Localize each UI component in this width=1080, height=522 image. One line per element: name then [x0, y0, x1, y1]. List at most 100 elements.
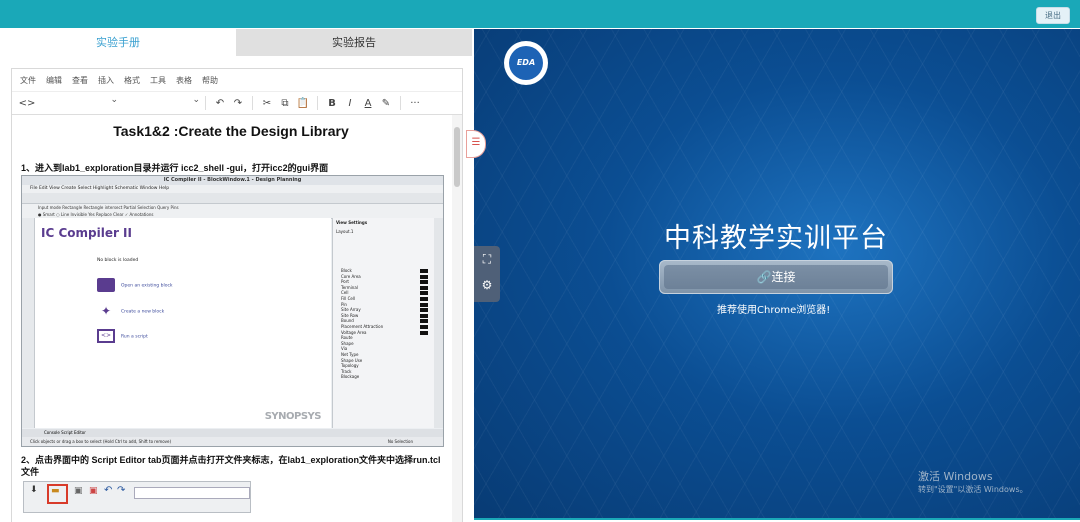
source-code-icon[interactable]: <>: [18, 98, 36, 109]
icc-layer-swatch: [420, 319, 428, 324]
folder-icon: [97, 278, 115, 292]
divider: [317, 96, 318, 110]
icc-layer-label: Site Array: [341, 307, 361, 313]
icc-action-label: Create a new block: [121, 309, 165, 315]
icc-layer-label: Blockage: [341, 374, 360, 380]
step-2-text: 2、点击界面中的 Script Editor tab页面并点击打开文件夹标志，在…: [21, 455, 441, 477]
icc-layer-label: Track: [341, 368, 352, 374]
document-title: Task1&2 :Create the Design Library: [113, 123, 349, 139]
divider: [205, 96, 206, 110]
icc-status-right: No Selection: [387, 439, 413, 444]
font-select[interactable]: ⌄: [122, 95, 200, 111]
menu-help[interactable]: 帮助: [202, 75, 218, 86]
icc-right-dock: [434, 218, 443, 428]
save-icon: ▣: [74, 486, 83, 496]
icc-layer-swatch: [420, 291, 428, 296]
editor-toolbar: <> ⌄ ⌄ ↶ ↷ ✂ ⧉ 📋 B I A ✎ ···: [12, 92, 462, 115]
font-color-icon[interactable]: A: [359, 98, 377, 109]
block-format-select[interactable]: ⌄: [40, 95, 118, 111]
icc-menubar: File Edit View Create Select Highlight S…: [22, 185, 443, 193]
menu-table[interactable]: 表格: [176, 75, 192, 86]
icc-layer-label: Shape: [341, 340, 354, 346]
school-logo: EDA: [504, 41, 548, 85]
gear-icon[interactable]: ⚙: [474, 272, 500, 298]
icc-screenshot: IC Compiler II - BlockWindow.1 - Design …: [21, 175, 444, 447]
icc-view-title: View Settings: [336, 220, 368, 225]
fullscreen-icon[interactable]: ⛶: [474, 246, 500, 272]
undo-icon[interactable]: ↶: [211, 98, 229, 109]
icc-layer-list: Block Core Area Port Terminal Cell Fill Cell P…: [333, 268, 434, 380]
menu-format[interactable]: 格式: [124, 75, 140, 86]
connect-label[interactable]: 🔗连接: [664, 265, 888, 289]
platform-title: 中科教学实训平台: [664, 223, 888, 254]
menu-insert[interactable]: 插入: [98, 75, 114, 86]
icc-options: Input mode Rectangle Rectangle intersect…: [22, 204, 443, 219]
icc-layer-swatch: [420, 330, 428, 335]
cut-icon[interactable]: ✂: [258, 98, 276, 109]
editor-menubar: 文件 编辑 查看 插入 格式 工具 表格 帮助: [12, 69, 462, 92]
icc-toolbar: [22, 193, 443, 204]
icc-action-label: Run a script: [121, 334, 148, 340]
more-icon[interactable]: ···: [406, 98, 424, 109]
magic-wand-icon: ✦: [100, 304, 112, 318]
copy-icon[interactable]: ⧉: [276, 98, 294, 109]
tab-lab-manual[interactable]: 实验手册: [0, 29, 236, 56]
side-tool-strip: ⛶ ⚙: [474, 246, 500, 302]
icc-canvas: IC Compiler II No block is loaded Open a…: [35, 218, 331, 428]
save-as-icon: ▣: [89, 486, 98, 496]
script-editor-snippet: ⬇ ▬ ▣ ▣ ↶ ↷: [23, 481, 251, 513]
icc-options-row1: Input mode Rectangle Rectangle intersect…: [38, 205, 179, 210]
document-body: Task1&2 :Create the Design Library 1、进入到…: [12, 115, 450, 522]
connect-button[interactable]: 🔗连接: [659, 260, 893, 294]
icc-left-toolbar: [22, 218, 35, 428]
icc-layer-swatch: [420, 274, 428, 279]
menu-view[interactable]: 查看: [72, 75, 88, 86]
icc-view-settings: View Settings Layout.1 Block Core Area Por…: [332, 218, 434, 428]
manual-panel: 实验手册 实验报告 文件 编辑 查看 插入 格式 工具 表格 帮助 <> ⌄ ⌄…: [0, 29, 472, 522]
top-bar: 退出: [0, 0, 1080, 28]
icc-view-tab: Layout.1: [336, 229, 354, 234]
tab-lab-report[interactable]: 实验报告: [236, 29, 472, 56]
icc-layer-swatch: [420, 269, 428, 273]
icc-layer-label: Terminal: [341, 284, 358, 290]
icc-options-row2: ● Smart ○ Line Invisible Yes Replace Cle…: [38, 212, 154, 217]
bold-icon[interactable]: B: [323, 98, 341, 109]
logout-button[interactable]: 退出: [1036, 7, 1070, 24]
menu-edit[interactable]: 编辑: [46, 75, 62, 86]
icc-layer-label: Port: [341, 279, 349, 285]
icc-create-block: ✦ Create a new block: [97, 304, 164, 318]
icc-window-title: IC Compiler II - BlockWindow.1 - Design …: [22, 176, 443, 185]
icc-layer-label: Net Type: [341, 351, 359, 357]
icc-layer-swatch: [420, 296, 428, 301]
icc-layer-label: Site Row: [341, 312, 359, 318]
icc-run-script: <> Run a script: [97, 329, 148, 343]
document-scrollbar[interactable]: [452, 115, 462, 522]
icc-layer-swatch: [420, 302, 428, 307]
down-arrow-icon: ⬇: [30, 485, 38, 495]
icc-layer-swatch: [420, 313, 428, 318]
icc-layer-label: Fill Cell: [341, 295, 356, 301]
synopsys-logo: SYNOPSYS: [264, 411, 322, 422]
icc-layer-swatch: [420, 280, 428, 285]
logo-text: EDA: [509, 46, 543, 80]
rich-text-editor: 文件 编辑 查看 插入 格式 工具 表格 帮助 <> ⌄ ⌄ ↶ ↷ ✂ ⧉ 📋…: [11, 68, 463, 522]
snippet-search-box: [134, 487, 250, 499]
menu-file[interactable]: 文件: [20, 75, 36, 86]
italic-icon[interactable]: I: [341, 98, 359, 109]
divider: [252, 96, 253, 110]
redo-icon[interactable]: ↷: [229, 98, 247, 109]
icc-brand: IC Compiler II: [41, 226, 132, 240]
highlight-icon[interactable]: ✎: [377, 98, 395, 109]
menu-tools[interactable]: 工具: [150, 75, 166, 86]
watermark-line1: 激活 Windows: [918, 470, 993, 483]
undo-icon: ↶: [104, 485, 113, 496]
paste-icon[interactable]: 📋: [294, 98, 312, 109]
script-icon: <>: [97, 329, 115, 343]
scroll-thumb[interactable]: [454, 127, 460, 187]
icc-layer-label: Core Area: [341, 273, 361, 279]
remote-desktop-panel: EDA ⛶ ⚙ 中科教学实训平台 🔗连接 推荐使用Chrome浏览器! 激活 W…: [474, 29, 1080, 520]
icc-layer-label: Voltage Area: [341, 329, 367, 335]
bottom-accent-bar: [474, 518, 1080, 520]
watermark-line2: 转到"设置"以激活 Windows。: [918, 485, 1028, 494]
divider: [400, 96, 401, 110]
